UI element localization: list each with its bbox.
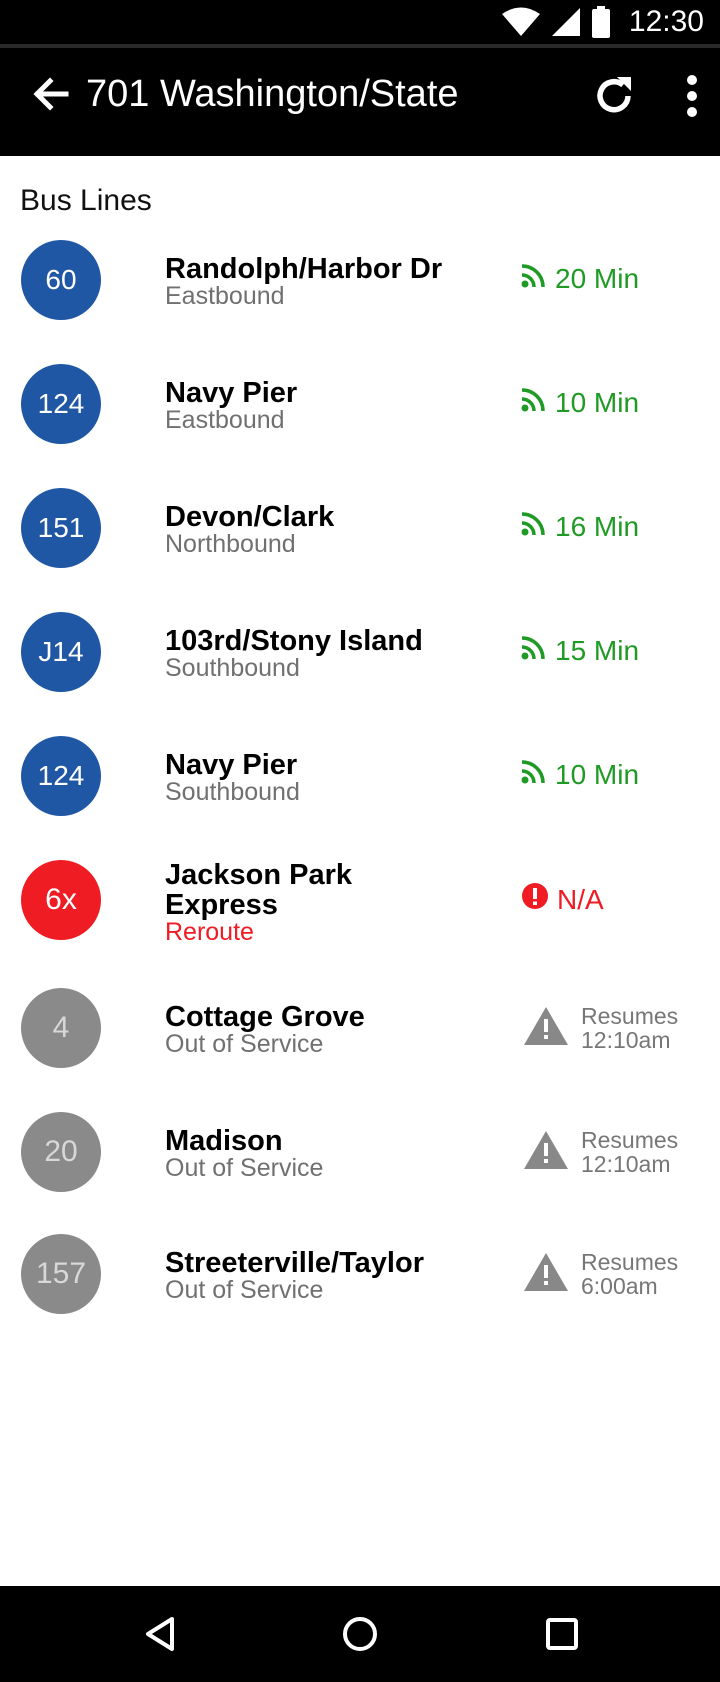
route-name: Devon/Clark [165,501,335,533]
app-bar: 701 Washington/State [0,48,720,156]
bus-line-row[interactable]: 20 Madison Out of Service Resumes 12:10a… [0,1092,720,1216]
eta-text: N/A [557,883,604,915]
resume-time: 12:10am [581,1151,671,1177]
route-direction: Reroute [165,918,254,946]
nav-recents-button[interactable] [532,1606,592,1666]
bus-line-row[interactable]: 157 Streeterville/Taylor Out of Service … [0,1216,720,1340]
warning-icon [523,1251,569,1298]
bus-line-row[interactable]: 151 Devon/Clark Northbound 16 Min [0,466,720,590]
route-direction: Eastbound [165,406,285,434]
route-badge: 20 [21,1112,101,1192]
eta-text: 16 Min [555,510,640,542]
resume-label: Resumes [581,1003,679,1029]
eta: 10 Min [521,386,639,419]
section-title: Bus Lines [20,184,152,217]
route-badge: 124 [21,736,101,816]
more-vert-icon [686,74,698,123]
route-name-line2: Express [165,889,278,921]
back-button[interactable] [26,72,74,120]
route-badge: J14 [21,612,101,692]
route-name: 103rd/Stony Island [165,625,423,657]
status-clock: 12:30 [628,5,704,38]
eta-text: 10 Min [555,758,640,790]
route-direction: Out of Service [165,1276,324,1304]
route-direction: Southbound [165,778,300,806]
more-options-button[interactable] [668,70,716,126]
nav-recents-icon [542,1614,582,1659]
route-badge: 124 [21,364,101,444]
route-badge: 157 [21,1234,101,1314]
live-feed-icon [521,262,547,295]
status-bar: 12:30 [0,0,720,44]
route-direction: Out of Service [165,1030,324,1058]
battery-icon [591,6,611,38]
route-badge: 4 [21,988,101,1068]
live-feed-icon [521,758,547,791]
bus-line-row[interactable]: 124 Navy Pier Southbound 10 Min [0,714,720,838]
cell-signal-icon [551,7,581,37]
route-name: Streeterville/Taylor [165,1247,424,1279]
page-title: 701 Washington/State [86,73,459,115]
nav-home-button[interactable] [330,1606,390,1666]
route-badge: 6x [21,860,101,940]
wifi-icon [501,7,541,37]
eta: 15 Min [521,634,639,667]
refresh-button[interactable] [586,70,642,126]
resume-info: Resumes 12:10am [523,1004,678,1052]
eta-text: 15 Min [555,634,640,666]
eta: 16 Min [521,510,639,543]
system-nav-bar [0,1586,720,1682]
eta-text: 20 Min [555,262,640,294]
resume-label: Resumes [581,1249,679,1275]
warning-icon [523,1005,569,1052]
route-badge: 151 [21,488,101,568]
arrow-back-icon [30,74,70,119]
eta: N/A [521,882,604,917]
route-name: Navy Pier [165,749,298,781]
bus-line-row[interactable]: J14 103rd/Stony Island Southbound 15 Min [0,590,720,714]
resume-time: 12:10am [581,1027,671,1053]
bus-line-row[interactable]: 6x Jackson Park Express Reroute N/A [0,838,720,968]
route-name: Madison [165,1125,283,1157]
route-name: Navy Pier [165,377,298,409]
eta: 10 Min [521,758,639,791]
resume-info: Resumes 12:10am [523,1128,678,1176]
eta: 20 Min [521,262,639,295]
route-name: Cottage Grove [165,1001,365,1033]
nav-back-button[interactable] [130,1606,190,1666]
status-icons: 12:30 [501,0,704,44]
resume-label: Resumes [581,1127,679,1153]
bus-line-row[interactable]: 4 Cottage Grove Out of Service Resumes 1… [0,968,720,1092]
live-feed-icon [521,386,547,419]
live-feed-icon [521,634,547,667]
nav-home-icon [340,1614,380,1659]
resume-info: Resumes 6:00am [523,1250,678,1298]
route-direction: Northbound [165,530,296,558]
alert-circle-icon [521,882,549,917]
route-direction: Eastbound [165,282,285,310]
route-name: Randolph/Harbor Dr [165,253,443,285]
route-direction: Southbound [165,654,300,682]
bus-line-row[interactable]: 124 Navy Pier Eastbound 10 Min [0,342,720,466]
route-badge: 60 [21,240,101,320]
live-feed-icon [521,510,547,543]
nav-back-icon [140,1614,180,1659]
route-name-line1: Jackson Park [165,859,353,891]
bus-line-row[interactable]: 60 Randolph/Harbor Dr Eastbound 20 Min [0,218,720,342]
refresh-icon [591,73,637,124]
warning-icon [523,1129,569,1176]
resume-time: 6:00am [581,1273,658,1299]
route-direction: Out of Service [165,1154,324,1182]
bus-lines-list: 60 Randolph/Harbor Dr Eastbound 20 Min 1… [0,218,720,1340]
eta-text: 10 Min [555,386,640,418]
